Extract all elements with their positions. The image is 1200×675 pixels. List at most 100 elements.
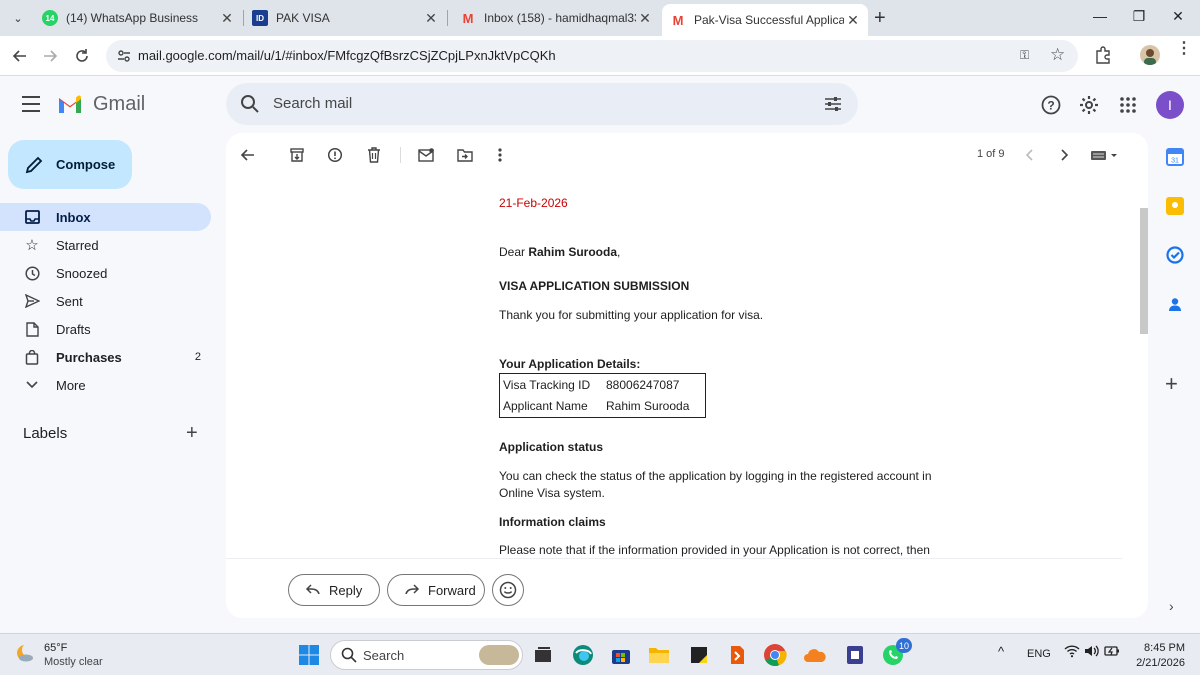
input-tools-keyboard-icon[interactable] <box>1088 145 1120 165</box>
sidebar-item-inbox[interactable]: Inbox <box>0 203 211 231</box>
whatsapp-taskbar-icon[interactable]: 10 <box>880 638 912 668</box>
forward-arrow-icon <box>405 584 420 595</box>
smiley-icon <box>499 581 517 599</box>
svg-text:?: ? <box>1047 99 1054 113</box>
new-tab-button[interactable]: + <box>874 8 886 28</box>
sidebar-item-more[interactable]: More <box>0 371 211 399</box>
extensions-icon[interactable] <box>1094 46 1112 64</box>
move-to-folder-icon[interactable] <box>455 145 475 165</box>
tab-close-icon[interactable]: ✕ <box>422 10 440 27</box>
tab-close-icon[interactable]: ✕ <box>636 10 654 27</box>
status-heading: Application status <box>499 440 604 454</box>
forward-button[interactable]: Forward <box>387 574 485 606</box>
search-bar[interactable]: Search mail <box>226 83 858 125</box>
expand-side-panel-icon[interactable]: › <box>1169 598 1174 614</box>
details-heading: Your Application Details: <box>499 357 641 371</box>
keep-notes-icon[interactable] <box>1166 197 1184 215</box>
site-info-icon[interactable] <box>116 48 132 64</box>
report-spam-icon[interactable] <box>325 145 345 165</box>
back-to-inbox-icon[interactable] <box>238 145 258 165</box>
tab-whatsapp[interactable]: 14 (14) WhatsApp Business ✕ <box>34 4 242 32</box>
emoji-reaction-button[interactable] <box>492 574 524 606</box>
sidebar-item-label: Drafts <box>56 321 91 337</box>
reply-button[interactable]: Reply <box>288 574 380 606</box>
chrome-browser-icon[interactable] <box>762 642 788 668</box>
tab-pak-visa-application[interactable]: M Pak-Visa Successful Application ✕ <box>662 4 868 36</box>
volume-icon[interactable] <box>1084 644 1100 661</box>
add-label-icon[interactable]: + <box>186 422 198 445</box>
tab-pak-visa[interactable]: ID PAK VISA ✕ <box>244 4 446 32</box>
more-options-icon[interactable] <box>490 145 510 165</box>
file-explorer-icon[interactable] <box>646 642 672 668</box>
back-arrow-icon[interactable] <box>8 44 32 68</box>
search-input[interactable]: Search mail <box>273 95 352 112</box>
calendar-icon[interactable]: 31 <box>1166 148 1184 166</box>
sidebar-item-snoozed[interactable]: Snoozed <box>0 259 211 287</box>
system-clock[interactable]: 8:45 PM 2/21/2026 <box>1125 641 1185 671</box>
microsoft-store-icon[interactable] <box>608 642 634 668</box>
moon-weather-icon[interactable] <box>14 642 36 664</box>
tray-overflow-chevron-icon[interactable]: ^ <box>998 644 1004 659</box>
mark-unread-icon[interactable] <box>416 145 436 165</box>
tab-close-icon[interactable]: ✕ <box>844 12 862 29</box>
tab-inbox[interactable]: M Inbox (158) - hamidhaqmal331 ✕ <box>452 4 660 32</box>
sidebar-item-drafts[interactable]: Drafts <box>0 315 211 343</box>
help-icon[interactable]: ? <box>1040 94 1062 116</box>
cloud-app-icon[interactable] <box>802 642 828 668</box>
greeting-prefix: Dear <box>499 245 529 259</box>
password-key-icon[interactable]: ⚿ <box>1020 48 1029 63</box>
tab-search-dropdown-icon[interactable]: ⌄ <box>8 8 28 28</box>
address-bar[interactable]: mail.google.com/mail/u/1/#inbox/FMfcgzQf… <box>106 40 1078 72</box>
content-divider <box>226 558 1122 559</box>
archive-icon[interactable] <box>287 145 307 165</box>
tab-title: Inbox (158) - hamidhaqmal331 <box>484 11 636 25</box>
minimize-icon[interactable]: — <box>1090 8 1110 24</box>
gmail-logo-icon[interactable] <box>57 94 83 114</box>
input-language-indicator[interactable]: ENG <box>1027 648 1051 660</box>
bag-icon <box>24 349 40 365</box>
contacts-icon[interactable] <box>1166 295 1184 313</box>
apps-grid-icon[interactable] <box>1117 94 1139 116</box>
compose-button[interactable]: Compose <box>8 140 132 189</box>
tab-close-icon[interactable]: ✕ <box>218 10 236 27</box>
tasks-icon[interactable] <box>1166 246 1184 264</box>
wifi-icon[interactable] <box>1064 644 1080 661</box>
window-close-icon[interactable]: ✕ <box>1168 8 1188 25</box>
edge-browser-icon[interactable] <box>570 642 596 668</box>
reload-icon[interactable] <box>70 44 94 68</box>
store-bag-app-icon[interactable] <box>842 642 868 668</box>
browser-toolbar: mail.google.com/mail/u/1/#inbox/FMfcgzQf… <box>0 36 1200 76</box>
sidebar-item-sent[interactable]: Sent <box>0 287 211 315</box>
sidebar-item-purchases[interactable]: Purchases 2 <box>0 343 211 371</box>
bookmark-star-icon[interactable]: ☆ <box>1050 45 1065 65</box>
whatsapp-favicon-icon: 14 <box>42 10 58 26</box>
office-app-icon[interactable] <box>724 642 750 668</box>
scrollbar-thumb[interactable] <box>1140 208 1148 334</box>
windows-start-icon[interactable] <box>296 642 322 668</box>
main-menu-icon[interactable] <box>22 96 40 112</box>
restore-icon[interactable]: ❐ <box>1129 8 1149 25</box>
browser-profile-avatar[interactable] <box>1140 45 1160 65</box>
sticky-notes-icon[interactable] <box>686 642 712 668</box>
browser-menu-icon[interactable]: ⋮ <box>1176 41 1192 57</box>
status-text-line: You can check the status of the applicat… <box>499 469 932 483</box>
search-options-icon[interactable] <box>824 95 842 113</box>
tab-title: (14) WhatsApp Business <box>66 11 199 25</box>
settings-gear-icon[interactable] <box>1078 94 1100 116</box>
newer-chevron-icon[interactable] <box>1020 145 1040 165</box>
search-icon[interactable] <box>240 94 260 114</box>
inbox-icon <box>24 209 40 225</box>
task-view-icon[interactable] <box>530 642 556 668</box>
get-addons-plus-icon[interactable]: + <box>1165 371 1178 397</box>
message-toolbar: 1 of 9 <box>226 133 1148 177</box>
account-avatar[interactable]: I <box>1156 91 1184 119</box>
delete-trash-icon[interactable] <box>364 145 384 165</box>
forward-arrow-icon[interactable] <box>38 44 62 68</box>
star-icon: ☆ <box>25 237 39 254</box>
taskbar-search-box[interactable]: Search <box>330 640 523 670</box>
older-chevron-icon[interactable] <box>1054 145 1074 165</box>
battery-icon[interactable] <box>1104 644 1120 661</box>
sidebar-item-starred[interactable]: ☆ Starred <box>0 231 211 259</box>
taskbar-search-label: Search <box>363 648 405 663</box>
labels-heading: Labels <box>23 425 68 442</box>
